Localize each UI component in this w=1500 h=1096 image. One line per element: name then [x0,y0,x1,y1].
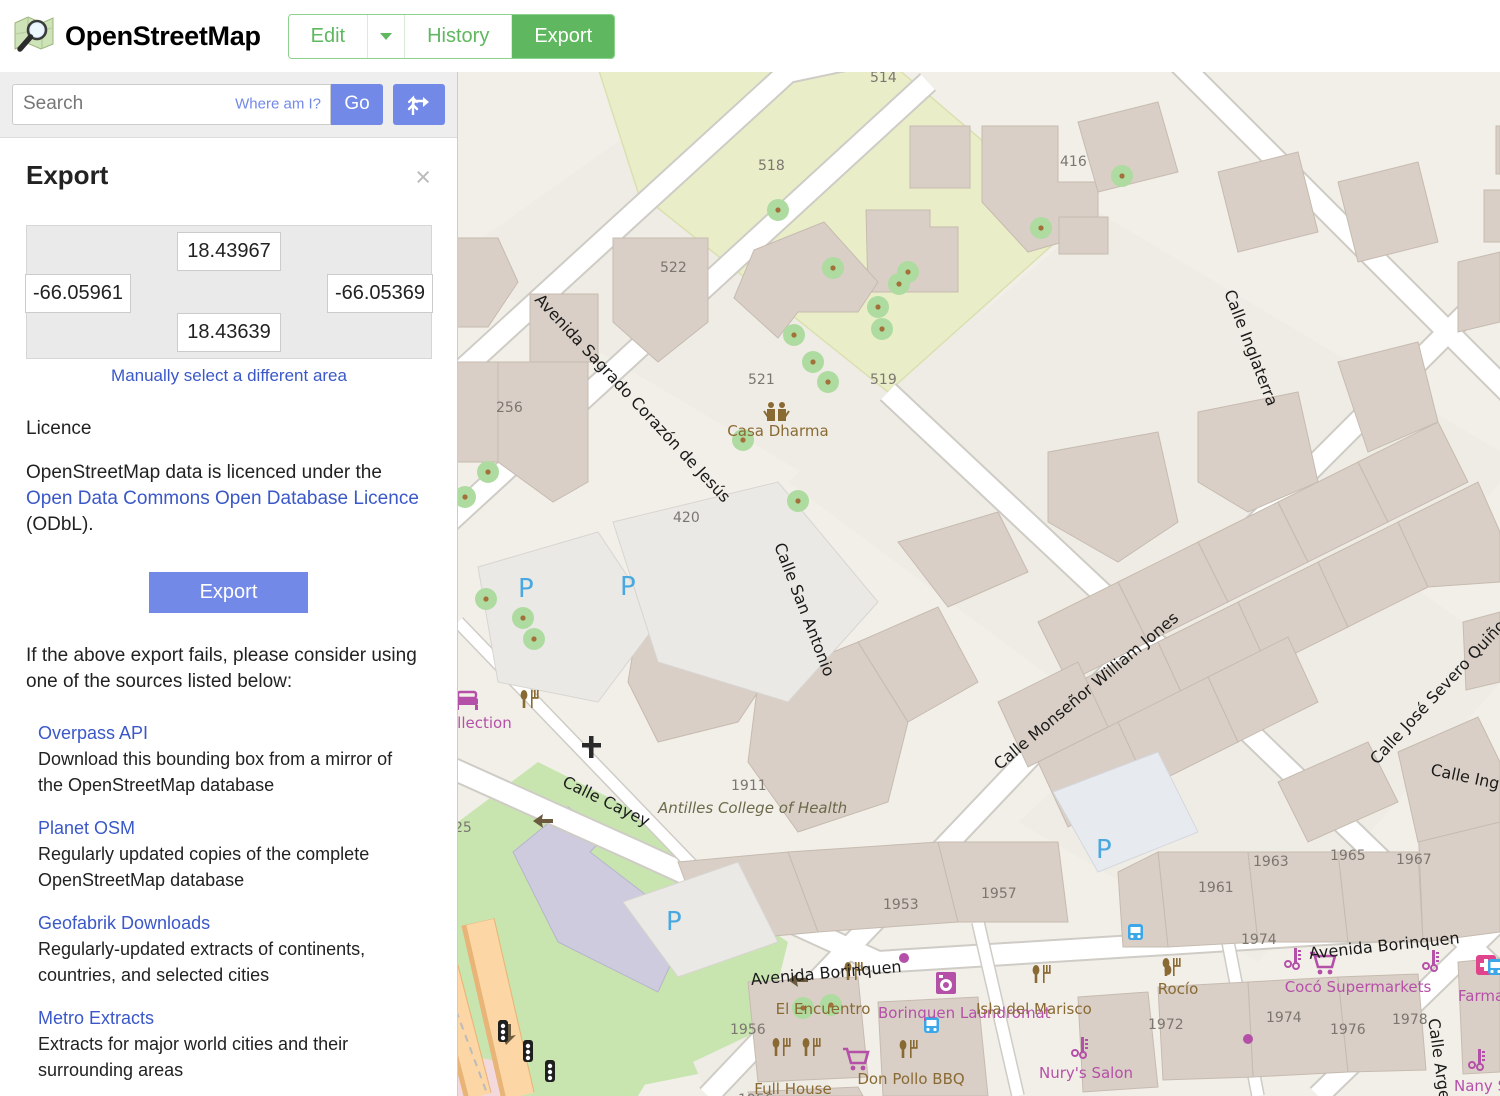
search-bar: Where am I? Go [0,72,457,138]
licence-text-after: (ODbL). [26,514,94,536]
shop-dot-icon [899,953,909,963]
site-title: OpenStreetMap [65,20,261,51]
source-description: Extracts for major world cities and thei… [38,1034,349,1080]
where-am-i-link[interactable]: Where am I? [235,96,321,113]
export-fallback-note: If the above export fails, please consid… [26,644,417,692]
list-item: Overpass API Download this bounding box … [26,723,431,798]
licence-link[interactable]: Open Data Commons Open Database Licence [26,488,419,509]
page-title: Export [26,160,109,190]
list-item: Metro Extracts Extracts for major world … [26,1008,431,1083]
close-icon[interactable]: × [415,164,431,191]
nav-edit-button[interactable]: Edit [288,14,369,58]
manual-select-area-link[interactable]: Manually select a different area [26,366,432,386]
shop-dot-icon [1243,1034,1253,1044]
search-go-button[interactable]: Go [331,83,383,125]
bbox-max-lat-input[interactable] [177,232,281,271]
bbox-max-lon-input[interactable] [327,274,433,313]
bbox-min-lat-input[interactable] [177,313,281,352]
source-link-geofabrik-downloads[interactable]: Geofabrik Downloads [38,913,431,934]
panel-header: Export × [26,138,431,191]
directions-arrow-icon [407,95,429,115]
source-description: Regularly updated copies of the complete… [38,844,370,890]
bounding-box-editor [25,225,433,359]
export-panel: Export × Manually select a different are… [0,138,457,1096]
source-link-overpass-api[interactable]: Overpass API [38,723,431,744]
source-description: Download this bounding box from a mirror… [38,749,393,795]
list-item: Planet OSM Regularly updated copies of t… [26,818,431,893]
chevron-down-icon [380,32,393,40]
site-header: OpenStreetMap Edit History Export [0,0,1500,72]
sources-list: Overpass API Download this bounding box … [26,723,431,1096]
directions-button[interactable] [393,83,445,125]
sidebar: Where am I? Go Export × [0,72,458,1096]
nav-edit-dropdown-button[interactable] [368,14,406,58]
site-logo[interactable]: OpenStreetMap [12,14,261,58]
licence-text: OpenStreetMap data is licenced under the… [26,460,426,539]
main-nav: Edit History Export [287,13,616,59]
export-button[interactable]: Export [149,571,308,613]
list-item: Geofabrik Downloads Regularly-updated ex… [26,913,431,988]
map-vector-layer [458,62,1500,1096]
source-description: Regularly-updated extracts of continents… [38,939,366,985]
bbox-min-lon-input[interactable] [25,274,131,313]
search-field-wrapper: Where am I? [12,83,331,125]
laundry-icon [936,972,956,994]
source-link-planet-osm[interactable]: Planet OSM [38,818,431,839]
nav-export-button[interactable]: Export [512,14,615,58]
map-canvas[interactable]: 514 518 416 522 521 519 256 420 1911 195… [458,62,1500,1096]
source-link-metro-extracts[interactable]: Metro Extracts [38,1008,431,1029]
nav-history-button[interactable]: History [405,14,513,58]
osm-magnifier-logo-icon [12,14,56,58]
licence-text-before: OpenStreetMap data is licenced under the [26,462,382,483]
osm-export-page: OpenStreetMap Edit History Export Where … [0,0,1500,1096]
licence-heading: Licence [26,418,92,439]
